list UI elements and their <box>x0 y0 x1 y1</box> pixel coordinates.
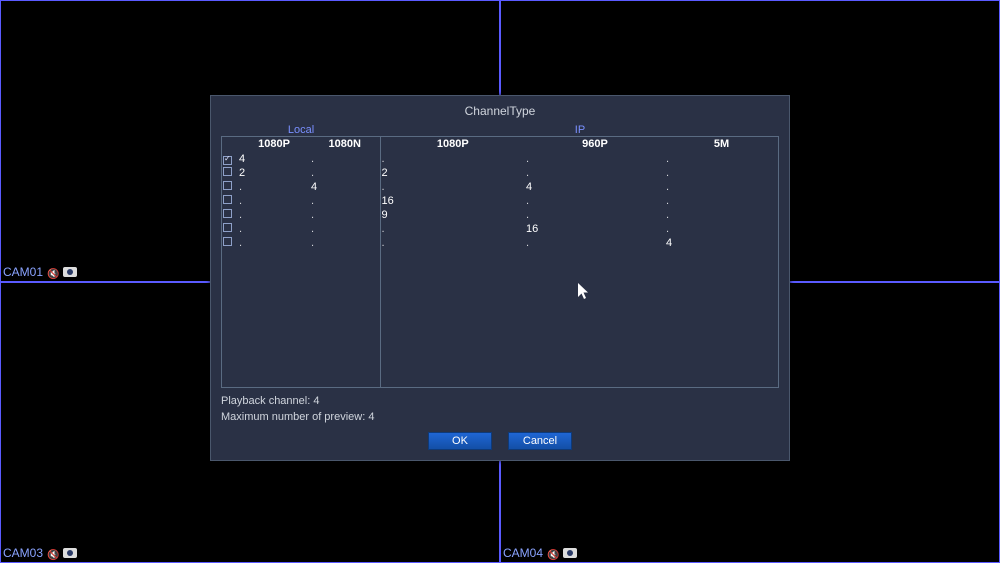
col-1080p-ip: 1080P <box>380 137 525 151</box>
cell: 4 <box>310 180 380 194</box>
cell: . <box>665 194 778 208</box>
table-row[interactable]: ....4 <box>222 236 778 250</box>
row-checkbox[interactable] <box>223 209 232 218</box>
table-row[interactable]: ..9.. <box>222 208 778 222</box>
cell: 4 <box>238 151 310 166</box>
col-5m: 5M <box>665 137 778 151</box>
camera-label-4: CAM04 <box>503 546 543 560</box>
group-ip-label: IP <box>381 124 779 136</box>
cell: . <box>525 166 665 180</box>
col-1080n: 1080N <box>310 137 380 151</box>
channel-type-dialog: ChannelType Local IP 1080P 1080N 1080P <box>210 95 790 461</box>
camera-icon <box>563 548 577 558</box>
row-checkbox[interactable] <box>223 167 232 176</box>
cell: . <box>238 236 310 250</box>
playback-channel-label: Playback channel: 4 <box>221 394 779 410</box>
cell: 2 <box>238 166 310 180</box>
mute-icon <box>47 266 59 278</box>
cell: . <box>238 222 310 236</box>
cell: . <box>525 236 665 250</box>
cell: . <box>525 208 665 222</box>
ok-button[interactable]: OK <box>428 432 492 450</box>
camera-icon <box>63 548 77 558</box>
cell: . <box>238 180 310 194</box>
col-960p: 960P <box>525 137 665 151</box>
cell: . <box>380 236 525 250</box>
cell: . <box>238 194 310 208</box>
channel-table: 1080P 1080N 1080P 960P 5M 4....2.2...4.4… <box>221 136 779 388</box>
cell: . <box>380 180 525 194</box>
table-row[interactable]: .4.4. <box>222 180 778 194</box>
camera-icon <box>63 267 77 277</box>
cell: . <box>310 151 380 166</box>
cell: 2 <box>380 166 525 180</box>
cell: . <box>665 180 778 194</box>
table-header-row: 1080P 1080N 1080P 960P 5M <box>222 137 778 151</box>
row-checkbox[interactable] <box>223 181 232 190</box>
cell: . <box>310 194 380 208</box>
mute-icon <box>47 547 59 559</box>
cell: . <box>525 194 665 208</box>
cell: . <box>380 222 525 236</box>
dialog-title: ChannelType <box>221 102 779 124</box>
col-1080p-local: 1080P <box>238 137 310 151</box>
table-row[interactable]: ...16. <box>222 222 778 236</box>
row-checkbox[interactable] <box>223 156 232 165</box>
cell: . <box>665 222 778 236</box>
cell: 4 <box>525 180 665 194</box>
table-row[interactable]: 2.2.. <box>222 166 778 180</box>
cell: . <box>665 166 778 180</box>
row-checkbox[interactable] <box>223 223 232 232</box>
cell: . <box>238 208 310 222</box>
cell: . <box>310 236 380 250</box>
camera-label-1: CAM01 <box>3 265 43 279</box>
cell: 9 <box>380 208 525 222</box>
cancel-button[interactable]: Cancel <box>508 432 572 450</box>
cell: 4 <box>665 236 778 250</box>
cell: . <box>525 151 665 166</box>
cell: . <box>665 208 778 222</box>
max-preview-label: Maximum number of preview: 4 <box>221 410 779 426</box>
mute-icon <box>547 547 559 559</box>
group-local-label: Local <box>221 124 381 136</box>
camera-label-3: CAM03 <box>3 546 43 560</box>
table-row[interactable]: ..16.. <box>222 194 778 208</box>
table-row[interactable]: 4.... <box>222 151 778 166</box>
row-checkbox[interactable] <box>223 195 232 204</box>
cell: 16 <box>380 194 525 208</box>
cell: . <box>665 151 778 166</box>
cell: . <box>310 166 380 180</box>
row-checkbox[interactable] <box>223 237 232 246</box>
cell: 16 <box>525 222 665 236</box>
cell: . <box>380 151 525 166</box>
cell: . <box>310 222 380 236</box>
column-group-header: Local IP <box>221 124 779 136</box>
cell: . <box>310 208 380 222</box>
